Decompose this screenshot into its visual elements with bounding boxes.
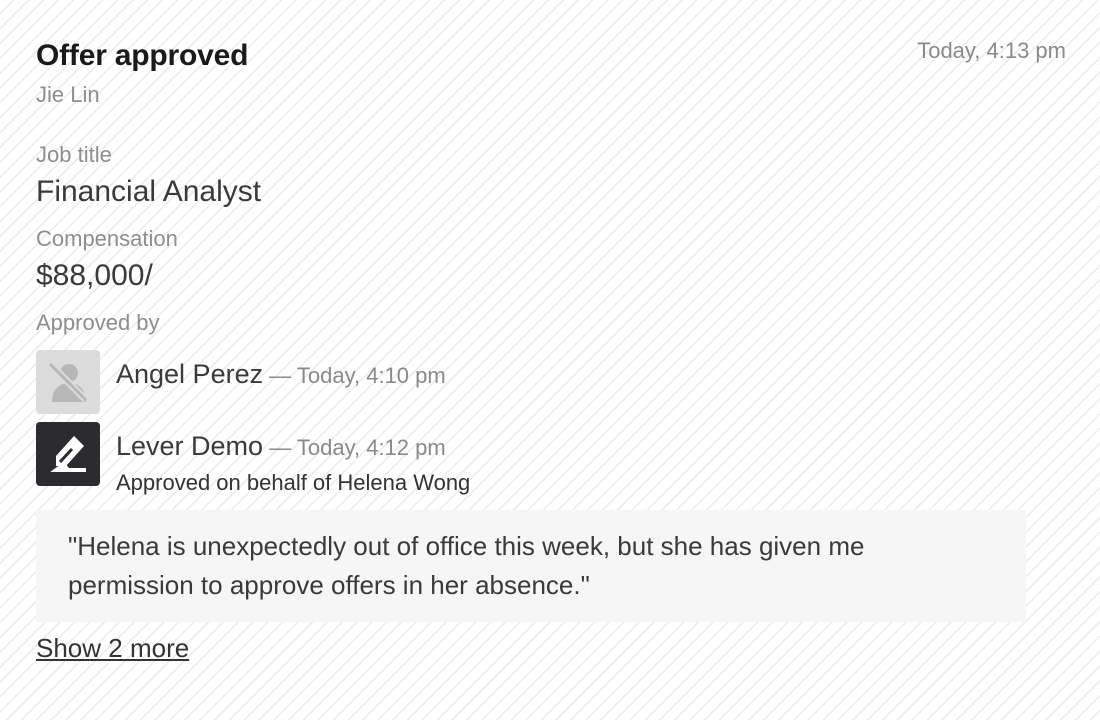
compensation-value: $88,000/ bbox=[36, 259, 153, 292]
approval-note: "Helena is unexpectedly out of office th… bbox=[36, 510, 1026, 622]
job-title-value: Financial Analyst bbox=[36, 175, 262, 208]
offer-approved-card: Offer approved Today, 4:13 pm Jie Lin Jo… bbox=[36, 38, 1066, 664]
card-title: Offer approved bbox=[36, 39, 249, 72]
compensation-label: Compensation bbox=[36, 226, 178, 251]
show-more-link[interactable]: Show 2 more bbox=[36, 632, 189, 664]
approver-row: Angel Perez — Today, 4:10 pm bbox=[36, 350, 1066, 414]
approver-timestamp: — Today, 4:10 pm bbox=[263, 363, 446, 388]
lever-logo-icon bbox=[36, 422, 100, 486]
approved-by-label: Approved by bbox=[36, 310, 160, 335]
approver-name: Lever Demo bbox=[116, 431, 264, 461]
approver-timestamp: — Today, 4:12 pm bbox=[263, 435, 446, 460]
job-title-label: Job title bbox=[36, 142, 112, 167]
card-timestamp: Today, 4:13 pm bbox=[917, 38, 1066, 63]
approver-row: Lever Demo — Today, 4:12 pm Approved on … bbox=[36, 422, 1066, 495]
no-photo-icon bbox=[36, 350, 100, 414]
card-header: Offer approved Today, 4:13 pm bbox=[36, 38, 1066, 74]
candidate-name: Jie Lin bbox=[36, 82, 100, 107]
approved-on-behalf-text: Approved on behalf of Helena Wong bbox=[116, 470, 471, 495]
approver-name: Angel Perez bbox=[116, 359, 264, 389]
